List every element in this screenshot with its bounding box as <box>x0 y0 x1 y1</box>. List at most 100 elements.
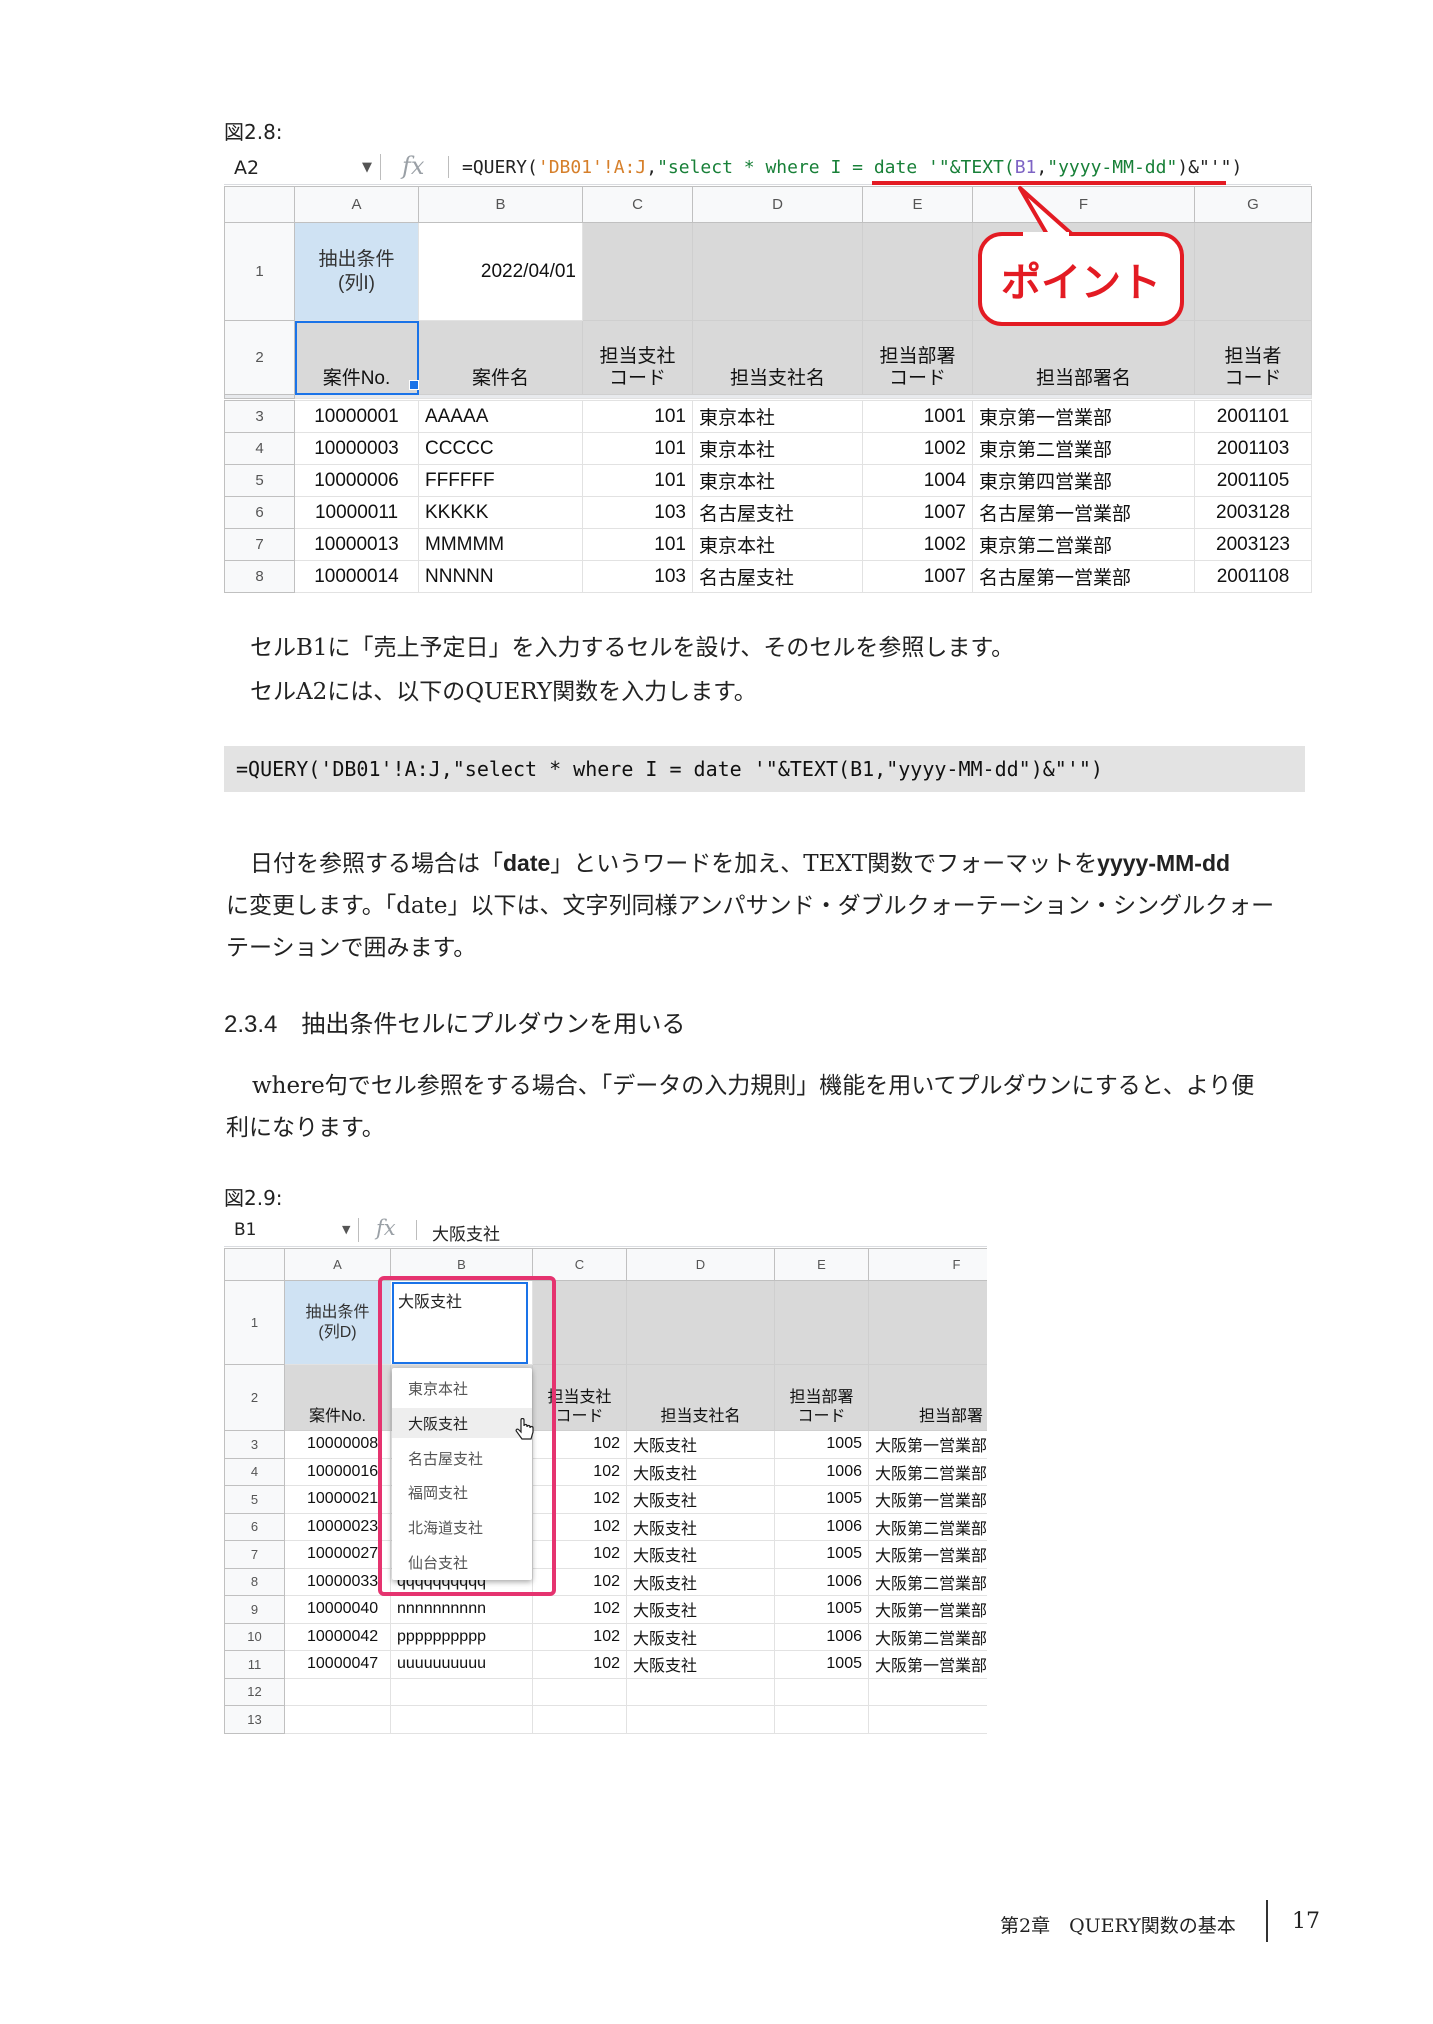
column-header[interactable]: C <box>582 186 693 223</box>
dept-code-cell[interactable]: 1006 <box>774 1622 869 1651</box>
case-name-cell[interactable]: uuuuuuuuuu <box>390 1650 533 1679</box>
header-cell[interactable]: 担当部署 コード <box>862 320 973 395</box>
branch-name-cell[interactable]: 名古屋支社 <box>692 560 863 593</box>
case-no-cell[interactable]: 10000021 <box>284 1485 391 1514</box>
staff-code-cell[interactable]: 2003123 <box>1194 528 1312 561</box>
dept-code-cell[interactable]: 1004 <box>862 464 973 497</box>
staff-code-cell[interactable]: 2001103 <box>1194 432 1312 465</box>
header-cell[interactable]: 案件名 <box>418 320 583 395</box>
header-cell[interactable]: 担当支社名 <box>692 320 863 395</box>
row-header[interactable]: 1 <box>224 222 295 321</box>
row-header[interactable]: 4 <box>224 1457 285 1486</box>
branch-name-cell[interactable]: 東京本社 <box>692 528 863 561</box>
dept-code-cell[interactable]: 1007 <box>862 560 973 593</box>
branch-name-cell[interactable]: 東京本社 <box>692 432 863 465</box>
column-header[interactable]: B <box>418 186 583 223</box>
case-no-cell[interactable]: 10000011 <box>294 496 419 529</box>
case-no-cell[interactable]: 10000016 <box>284 1457 391 1486</box>
branch-name-cell[interactable]: 大阪支社 <box>626 1567 775 1596</box>
staff-code-cell[interactable]: 2003128 <box>1194 496 1312 529</box>
column-header[interactable]: A <box>284 1248 391 1281</box>
branch-code-cell[interactable]: 101 <box>582 432 693 465</box>
row-header[interactable]: 7 <box>224 528 295 561</box>
formula-input[interactable]: 大阪支社 <box>432 1220 500 1245</box>
column-header[interactable]: E <box>774 1248 869 1281</box>
branch-name-cell[interactable] <box>626 1677 775 1706</box>
branch-code-cell[interactable]: 103 <box>582 496 693 529</box>
branch-code-cell[interactable]: 102 <box>532 1650 627 1679</box>
case-no-cell[interactable]: 10000013 <box>294 528 419 561</box>
header-cell[interactable]: 担当部署 コード <box>774 1364 869 1431</box>
row-header[interactable]: 7 <box>224 1540 285 1569</box>
dept-code-cell[interactable]: 1005 <box>774 1540 869 1569</box>
branch-code-cell[interactable]: 102 <box>532 1622 627 1651</box>
column-header[interactable]: A <box>294 186 419 223</box>
header-cell[interactable]: 担当部署 <box>868 1364 987 1431</box>
case-no-cell[interactable]: 10000014 <box>294 560 419 593</box>
branch-code-cell[interactable] <box>532 1705 627 1734</box>
dept-name-cell[interactable]: 名古屋第一営業部 <box>972 560 1195 593</box>
formula-input[interactable]: =QUERY('DB01'!A:J,"select * where I = da… <box>462 157 1242 178</box>
dept-name-cell[interactable]: 大阪第二営業部 <box>868 1457 987 1486</box>
dept-code-cell[interactable]: 1005 <box>774 1595 869 1624</box>
row-header[interactable]: 9 <box>224 1595 285 1624</box>
dept-code-cell[interactable]: 1002 <box>862 528 973 561</box>
dept-name-cell[interactable]: 東京第四営業部 <box>972 464 1195 497</box>
dept-code-cell[interactable] <box>774 1705 869 1734</box>
case-no-cell[interactable]: 10000003 <box>294 432 419 465</box>
row-header[interactable]: 12 <box>224 1677 285 1706</box>
branch-name-cell[interactable]: 東京本社 <box>692 464 863 497</box>
dept-name-cell[interactable]: 大阪第二営業部 <box>868 1512 987 1541</box>
dept-name-cell[interactable]: 名古屋第一営業部 <box>972 496 1195 529</box>
case-no-cell[interactable] <box>284 1705 391 1734</box>
row-header[interactable]: 6 <box>224 1512 285 1541</box>
branch-name-cell[interactable]: 東京本社 <box>692 400 863 433</box>
row-header[interactable]: 8 <box>224 560 295 593</box>
dept-name-cell[interactable]: 大阪第一営業部 <box>868 1540 987 1569</box>
case-name-cell[interactable]: FFFFFF <box>418 464 583 497</box>
chevron-down-icon[interactable]: ▼ <box>342 1223 350 1236</box>
row-header[interactable]: 10 <box>224 1622 285 1651</box>
row-header[interactable]: 2 <box>224 1364 285 1431</box>
row-header[interactable]: 11 <box>224 1650 285 1679</box>
case-no-cell[interactable]: 10000047 <box>284 1650 391 1679</box>
column-header[interactable]: D <box>692 186 863 223</box>
corner-cell[interactable] <box>224 1248 285 1281</box>
row-header[interactable]: 2 <box>224 320 295 395</box>
name-box[interactable]: B1 <box>234 1220 256 1240</box>
dept-name-cell[interactable]: 大阪第二営業部 <box>868 1567 987 1596</box>
dept-code-cell[interactable]: 1006 <box>774 1457 869 1486</box>
row-header[interactable]: 4 <box>224 432 295 465</box>
branch-name-cell[interactable]: 大阪支社 <box>626 1622 775 1651</box>
branch-code-cell[interactable] <box>532 1677 627 1706</box>
column-header[interactable]: D <box>626 1248 775 1281</box>
criteria-label-cell[interactable]: 抽出条件 (列D) <box>284 1280 391 1365</box>
selection-handle[interactable] <box>409 380 419 390</box>
dept-name-cell[interactable] <box>868 1705 987 1734</box>
dept-code-cell[interactable]: 1005 <box>774 1430 869 1459</box>
dept-name-cell[interactable]: 大阪第二営業部 <box>868 1622 987 1651</box>
dept-name-cell[interactable]: 大阪第一営業部 <box>868 1650 987 1679</box>
case-no-cell[interactable]: 10000008 <box>284 1430 391 1459</box>
row-header[interactable]: 13 <box>224 1705 285 1734</box>
dept-code-cell[interactable]: 1001 <box>862 400 973 433</box>
header-cell[interactable]: 担当部署名 <box>972 320 1195 395</box>
branch-name-cell[interactable]: 大阪支社 <box>626 1512 775 1541</box>
case-no-cell[interactable]: 10000006 <box>294 464 419 497</box>
corner-cell[interactable] <box>224 186 295 223</box>
dept-name-cell[interactable]: 東京第一営業部 <box>972 400 1195 433</box>
case-name-cell[interactable]: MMMMM <box>418 528 583 561</box>
header-cell[interactable]: 担当者 コード <box>1194 320 1312 395</box>
branch-name-cell[interactable] <box>626 1705 775 1734</box>
dept-code-cell[interactable]: 1007 <box>862 496 973 529</box>
row-header[interactable]: 5 <box>224 464 295 497</box>
branch-name-cell[interactable]: 大阪支社 <box>626 1650 775 1679</box>
column-header[interactable]: G <box>1194 186 1312 223</box>
case-name-cell[interactable]: AAAAA <box>418 400 583 433</box>
dept-name-cell[interactable]: 大阪第一営業部 <box>868 1430 987 1459</box>
branch-name-cell[interactable]: 名古屋支社 <box>692 496 863 529</box>
dept-name-cell[interactable]: 大阪第一営業部 <box>868 1595 987 1624</box>
name-box[interactable]: A2 <box>234 157 259 179</box>
header-cell[interactable]: 担当支社名 <box>626 1364 775 1431</box>
branch-name-cell[interactable]: 大阪支社 <box>626 1430 775 1459</box>
